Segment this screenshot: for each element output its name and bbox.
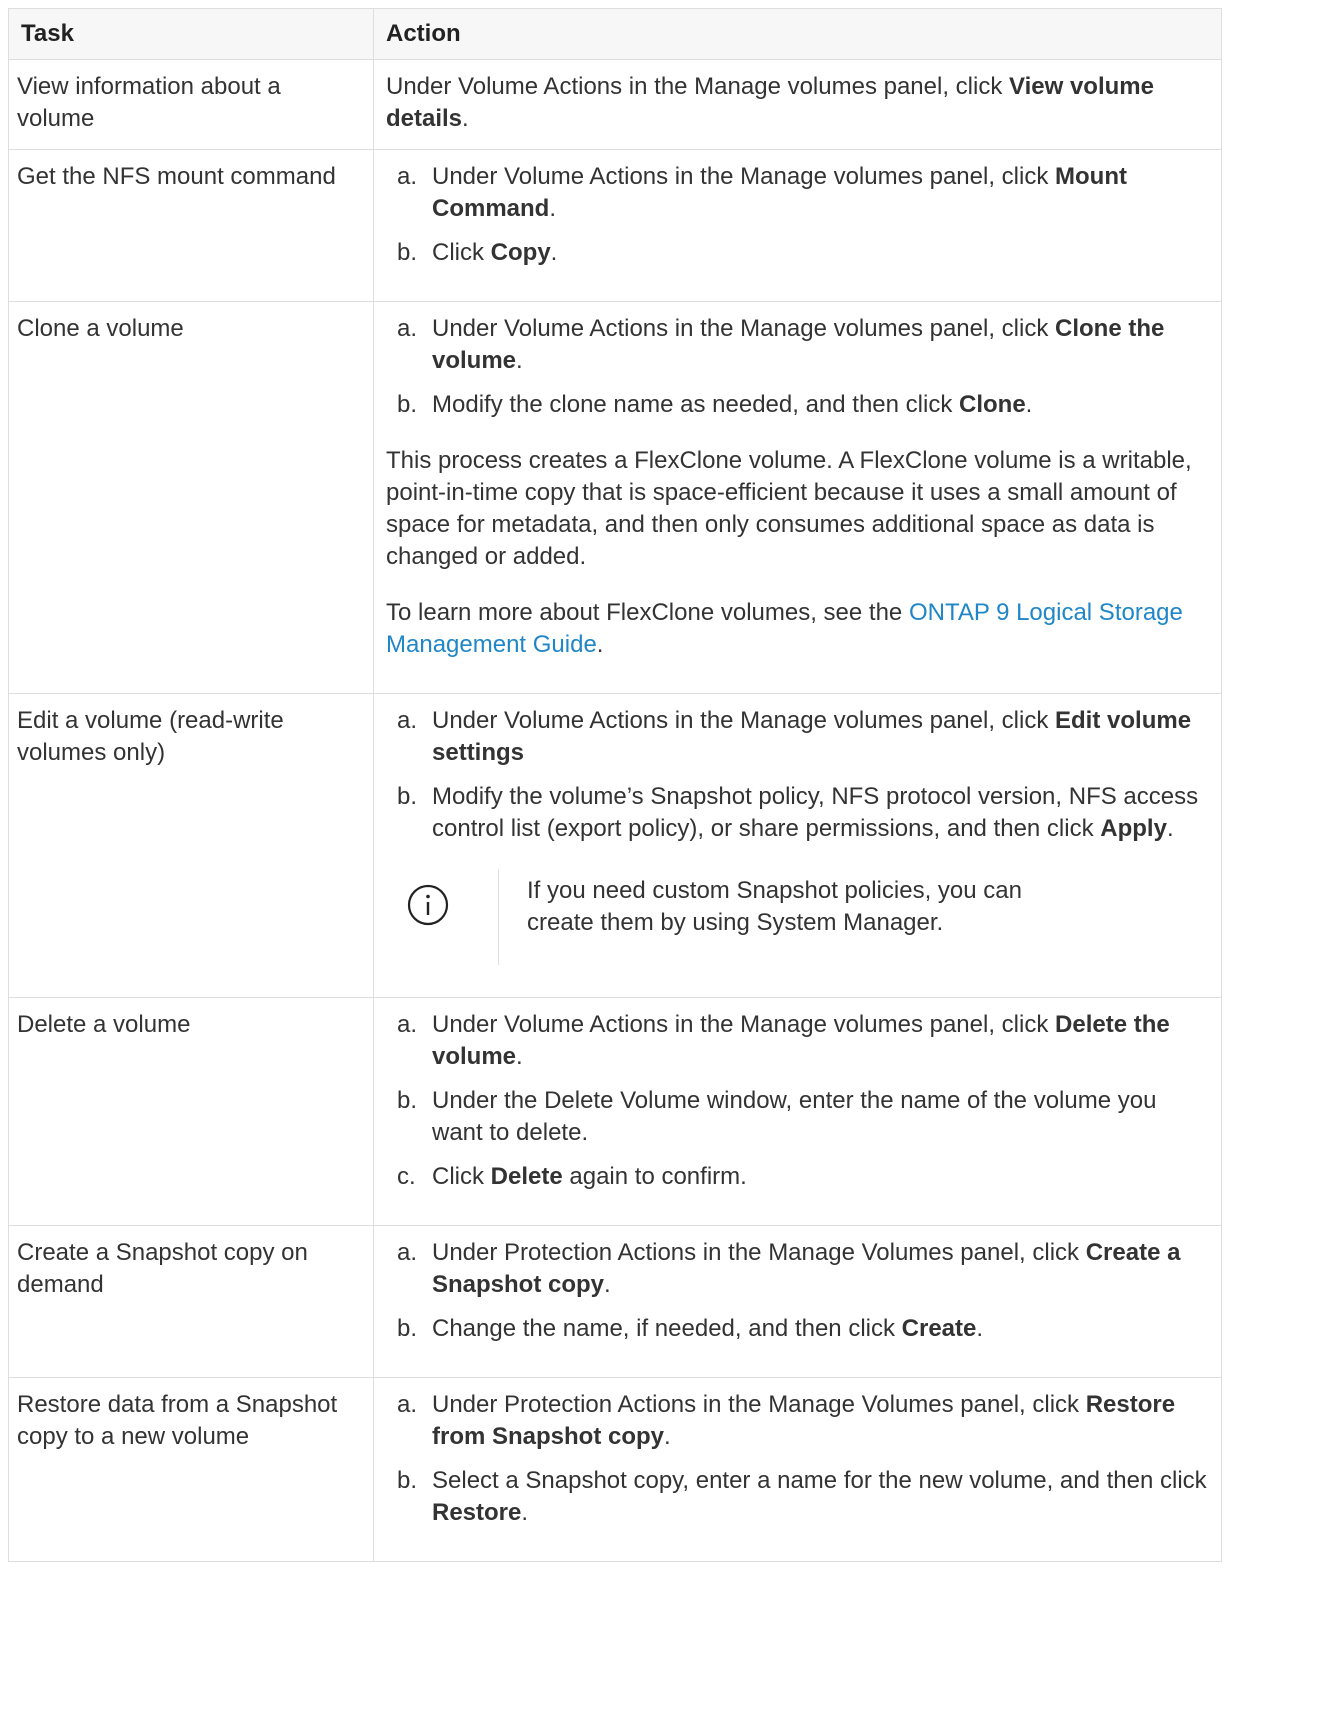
step-bold: Delete — [490, 1163, 563, 1190]
step-item: a. Under Volume Actions in the Manage vol… — [397, 1009, 1209, 1073]
step-list: a. Under Volume Actions in the Manage vol… — [386, 1009, 1209, 1193]
table-row: Edit a volume (read-write volumes only) … — [8, 693, 1222, 998]
step-bold: Clone — [959, 391, 1026, 418]
step-item: b. Modify the clone name as needed, and t… — [397, 389, 1209, 421]
step-text-end: . — [604, 1271, 611, 1298]
step-bold: Create — [901, 1315, 977, 1342]
step-text-end: . — [549, 195, 557, 222]
action-cell: a. Under Protection Actions in the Manage… — [373, 1225, 1222, 1378]
step-bold: Apply — [1100, 815, 1167, 842]
learn-more-prefix: To learn more about FlexClone volumes, s… — [386, 599, 909, 626]
flexclone-description: This process creates a FlexClone volume.… — [386, 447, 1192, 570]
learn-more-suffix: . — [596, 631, 604, 658]
step-marker: a. — [397, 1011, 418, 1038]
step-marker: a. — [397, 1391, 418, 1418]
step-marker: a. — [397, 1239, 418, 1266]
step-item: b. Modify the volume’s Snapshot policy, N… — [397, 781, 1209, 845]
action-cell: a. Under Volume Actions in the Manage vol… — [373, 997, 1222, 1226]
step-text: Click — [432, 239, 491, 266]
step-item: c. Click Delete again to confirm. — [397, 1161, 1209, 1193]
step-text: Click — [432, 1163, 491, 1190]
task-cell: Clone a volume — [8, 301, 374, 694]
step-list: a. Under Volume Actions in the Manage vol… — [386, 313, 1209, 421]
step-marker: c. — [397, 1163, 416, 1190]
step-text-end: again to confirm. — [562, 1163, 747, 1190]
step-text: Modify the clone name as needed, and the… — [432, 391, 959, 418]
step-item: a. Under Volume Actions in the Manage vol… — [397, 161, 1209, 225]
step-text-end: . — [521, 1499, 529, 1526]
step-text-end: . — [976, 1315, 984, 1342]
step-text: Select a Snapshot copy, enter a name for… — [432, 1467, 1207, 1494]
step-marker: b. — [397, 1315, 418, 1342]
action-text: Under Volume Actions in the Manage volum… — [386, 73, 1010, 100]
step-text: Under the Delete Volume window, enter th… — [432, 1087, 1157, 1146]
task-cell: Restore data from a Snapshot copy to a n… — [8, 1377, 374, 1562]
task-cell: Get the NFS mount command — [8, 149, 374, 302]
action-cell: a. Under Volume Actions in the Manage vol… — [373, 301, 1222, 694]
step-marker: a. — [397, 315, 418, 342]
step-item: a. Under Protection Actions in the Manage… — [397, 1237, 1209, 1301]
table-header-row: Task Action — [8, 8, 1222, 60]
note-divider — [498, 869, 499, 965]
step-bold: Copy — [490, 239, 551, 266]
table-row: Delete a volume a. Under Volume Actions i… — [8, 997, 1222, 1226]
step-marker: b. — [397, 239, 418, 266]
task-action-table: Task Action View information about a vol… — [8, 8, 1222, 1562]
table-row: Get the NFS mount command a. Under Volume… — [8, 149, 1222, 302]
table-row: View information about a volume Under Vo… — [8, 59, 1222, 150]
task-cell: Edit a volume (read-write volumes only) — [8, 693, 374, 998]
step-item: b. Change the name, if needed, and then c… — [397, 1313, 1209, 1345]
step-text: Under Volume Actions in the Manage volum… — [432, 315, 1056, 342]
step-text-end: . — [1025, 391, 1033, 418]
action-cell: a. Under Volume Actions in the Manage vol… — [373, 149, 1222, 302]
action-cell: a. Under Volume Actions in the Manage vol… — [373, 693, 1222, 998]
step-marker: b. — [397, 783, 418, 810]
step-item: a. Under Volume Actions in the Manage vol… — [397, 705, 1209, 769]
step-marker: a. — [397, 707, 418, 734]
step-text-end: . — [550, 239, 558, 266]
step-list: a. Under Protection Actions in the Manage… — [386, 1237, 1209, 1345]
learn-more-text: To learn more about FlexClone volumes, s… — [386, 597, 1209, 661]
note-text: If you need custom Snapshot policies, yo… — [527, 877, 1022, 936]
step-text: Under Protection Actions in the Manage V… — [432, 1391, 1086, 1418]
step-list: a. Under Protection Actions in the Manage… — [386, 1389, 1209, 1529]
action-text-end: . — [462, 105, 469, 132]
task-cell: View information about a volume — [8, 59, 374, 150]
step-text: Change the name, if needed, and then cli… — [432, 1315, 902, 1342]
step-item: a. Under Volume Actions in the Manage vol… — [397, 313, 1209, 377]
table-row: Clone a volume a. Under Volume Actions in… — [8, 301, 1222, 694]
task-cell: Create a Snapshot copy on demand — [8, 1225, 374, 1378]
table-row: Restore data from a Snapshot copy to a n… — [8, 1377, 1222, 1562]
step-item: b. Under the Delete Volume window, enter … — [397, 1085, 1209, 1149]
header-task: Task — [8, 8, 374, 60]
step-list: a. Under Volume Actions in the Manage vol… — [386, 705, 1209, 845]
step-marker: a. — [397, 163, 418, 190]
step-text: Modify the volume’s Snapshot policy, NFS… — [432, 783, 1199, 842]
step-text-end: . — [664, 1423, 671, 1450]
step-marker: b. — [397, 1467, 418, 1494]
step-text-end: . — [1166, 815, 1174, 842]
step-text: Under Protection Actions in the Manage V… — [432, 1239, 1086, 1266]
task-cell: Delete a volume — [8, 997, 374, 1226]
action-cell: Under Volume Actions in the Manage volum… — [373, 59, 1222, 150]
step-text: Under Volume Actions in the Manage volum… — [432, 1011, 1056, 1038]
action-cell: a. Under Protection Actions in the Manage… — [373, 1377, 1222, 1562]
step-item: a. Under Protection Actions in the Manage… — [397, 1389, 1209, 1453]
table-row: Create a Snapshot copy on demand a. Under… — [8, 1225, 1222, 1378]
info-note: If you need custom Snapshot policies, yo… — [406, 869, 1209, 965]
step-text: Under Volume Actions in the Manage volum… — [432, 707, 1056, 734]
step-marker: b. — [397, 1087, 418, 1114]
step-text-end: . — [516, 347, 523, 374]
step-item: b. Click Copy. — [397, 237, 1209, 269]
header-action: Action — [373, 8, 1222, 60]
info-icon — [406, 869, 498, 936]
step-bold: Restore — [432, 1499, 522, 1526]
step-marker: b. — [397, 391, 418, 418]
step-item: b. Select a Snapshot copy, enter a name f… — [397, 1465, 1209, 1529]
step-list: a. Under Volume Actions in the Manage vol… — [386, 161, 1209, 269]
step-text-end: . — [516, 1043, 523, 1070]
step-text: Under Volume Actions in the Manage volum… — [432, 163, 1056, 190]
